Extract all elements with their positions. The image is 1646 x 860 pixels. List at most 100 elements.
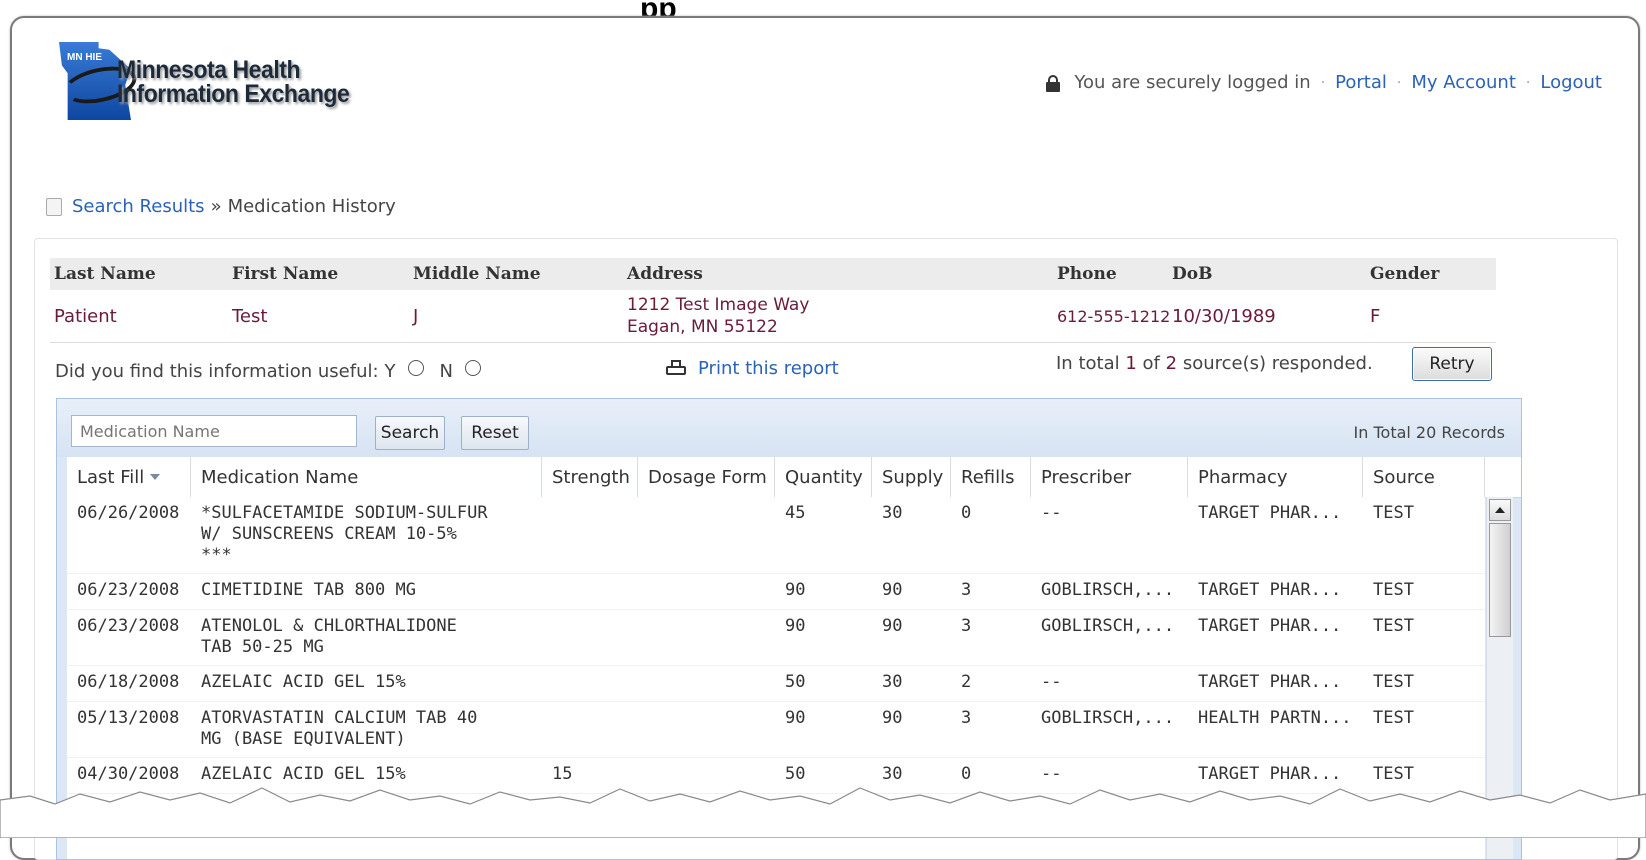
cell-source: TEST <box>1373 708 1414 728</box>
logo-line-1: Minnesota Health <box>117 56 301 84</box>
sources-responded-count: 1 <box>1125 353 1137 374</box>
printer-icon <box>666 359 688 378</box>
reset-button[interactable]: Reset <box>461 416 529 450</box>
cell-prescriber: GOBLIRSCH,... <box>1041 708 1175 728</box>
cell-pharmacy: TARGET PHAR... <box>1198 672 1342 692</box>
cell-supply: 90 <box>882 708 903 728</box>
cell-quantity: 45 <box>785 503 806 523</box>
cell-supply: 30 <box>882 503 903 523</box>
column-supply[interactable]: Supply <box>872 457 951 497</box>
cell-dosage-form <box>638 610 775 665</box>
yes-label: Y <box>384 360 396 382</box>
cell-pharmacy: TARGET PHAR... <box>1198 503 1342 523</box>
column-prescriber[interactable]: Prescriber <box>1031 457 1188 497</box>
cell-quantity: 90 <box>785 580 806 600</box>
login-status: You are securely logged in <box>1074 72 1311 93</box>
breadcrumb-search-results[interactable]: Search Results <box>72 196 205 217</box>
lock-icon <box>1046 74 1061 92</box>
patient-row: Patient Test J 1212 Test Image Way Eagan… <box>50 290 1496 343</box>
yes-radio[interactable] <box>407 360 424 376</box>
logo-text: Minnesota Health Information Exchange <box>117 56 350 108</box>
cell-last-fill: 06/23/2008 <box>77 580 180 600</box>
portal-link[interactable]: Portal <box>1335 72 1387 93</box>
logo-badge: MN HIE <box>67 52 102 63</box>
patient-dob: 10/30/1989 <box>1172 305 1276 327</box>
cell-source: TEST <box>1373 580 1414 600</box>
sources-of: of <box>1142 353 1160 374</box>
cell-prescriber: -- <box>1041 503 1062 523</box>
sources-status: In total 1 of 2 source(s) responded. <box>1056 353 1373 374</box>
cell-dosage-form <box>638 497 775 573</box>
logo-line-2: Information Exchange <box>117 80 350 108</box>
cell-last-fill: 06/23/2008 <box>77 616 180 636</box>
cell-refills: 3 <box>961 580 972 600</box>
cell-source: TEST <box>1373 672 1414 692</box>
header-dob: DoB <box>1172 264 1213 284</box>
feedback-question: Did you find this information useful: Y … <box>55 360 491 382</box>
cell-strength <box>542 574 638 609</box>
breadcrumb: Search Results » Medication History <box>46 196 396 217</box>
separator-dot: · <box>1320 74 1326 91</box>
cell-pharmacy: TARGET PHAR... <box>1198 580 1342 600</box>
address-line-2: Eagan, MN 55122 <box>627 317 778 337</box>
column-refills[interactable]: Refills <box>951 457 1031 497</box>
cell-strength <box>542 610 638 665</box>
cell-strength <box>542 702 638 757</box>
sources-prefix: In total <box>1056 353 1120 374</box>
print-report-link[interactable]: Print this report <box>666 358 839 379</box>
cell-strength <box>542 666 638 701</box>
patient-phone: 612-555-1212 <box>1057 306 1171 326</box>
cell-prescriber: -- <box>1041 672 1062 692</box>
header-first-name: First Name <box>232 264 339 284</box>
sources-total-count: 2 <box>1165 353 1178 374</box>
header-gender: Gender <box>1370 264 1440 284</box>
grid-header: Last Fill Medication Name Strength Dosag… <box>67 457 1521 498</box>
cell-strength <box>542 497 638 573</box>
cell-prescriber: GOBLIRSCH,... <box>1041 580 1175 600</box>
cell-last-fill: 06/26/2008 <box>77 503 180 523</box>
cell-supply: 90 <box>882 616 903 636</box>
table-row[interactable]: 06/26/2008 *SULFACETAMIDE SODIUM-SULFUR … <box>67 497 1485 574</box>
address-line-1: 1212 Test Image Way <box>627 295 810 315</box>
logout-link[interactable]: Logout <box>1540 72 1602 93</box>
my-account-link[interactable]: My Account <box>1411 72 1516 93</box>
cell-dosage-form <box>638 574 775 609</box>
cell-supply: 30 <box>882 672 903 692</box>
column-last-fill[interactable]: Last Fill <box>67 457 191 497</box>
column-strength[interactable]: Strength <box>542 457 638 497</box>
retry-button[interactable]: Retry <box>1412 347 1492 381</box>
cell-medication-name: *SULFACETAMIDE SODIUM-SULFUR W/ SUNSCREE… <box>201 503 488 565</box>
table-row[interactable]: 05/13/2008 ATORVASTATIN CALCIUM TAB 40 M… <box>67 702 1485 758</box>
print-label: Print this report <box>698 358 839 379</box>
cell-prescriber: GOBLIRSCH,... <box>1041 616 1175 636</box>
column-pharmacy[interactable]: Pharmacy <box>1188 457 1363 497</box>
cell-refills: 3 <box>961 616 972 636</box>
cell-dosage-form <box>638 666 775 701</box>
cell-quantity: 50 <box>785 672 806 692</box>
patient-gender: F <box>1370 305 1381 327</box>
column-quantity[interactable]: Quantity <box>775 457 872 497</box>
column-dosage-form[interactable]: Dosage Form <box>638 457 775 497</box>
scroll-up-icon[interactable] <box>1489 499 1511 521</box>
cell-source: TEST <box>1373 503 1414 523</box>
patient-first-name: Test <box>232 305 268 327</box>
table-row[interactable]: 06/18/2008 AZELAIC ACID GEL 15% 50 30 2 … <box>67 666 1485 702</box>
search-button[interactable]: Search <box>375 416 445 450</box>
column-source[interactable]: Source <box>1363 457 1485 497</box>
cell-last-fill: 06/18/2008 <box>77 672 180 692</box>
table-row[interactable]: 06/23/2008 ATENOLOL & CHLORTHALIDONE TAB… <box>67 610 1485 666</box>
cell-medication-name: CIMETIDINE TAB 800 MG <box>201 580 416 600</box>
page-icon <box>46 197 62 216</box>
grid-toolbar: Search Reset In Total 20 Records <box>57 399 1521 457</box>
no-radio[interactable] <box>465 360 482 376</box>
column-label: Last Fill <box>77 466 145 488</box>
column-medication-name[interactable]: Medication Name <box>191 457 542 497</box>
table-row[interactable]: 06/23/2008 CIMETIDINE TAB 800 MG 90 90 3… <box>67 574 1485 610</box>
medication-search-input[interactable] <box>71 415 357 447</box>
separator-dot: · <box>1396 74 1402 91</box>
patient-address: 1212 Test Image Way Eagan, MN 55122 <box>627 294 1057 338</box>
patient-middle-name: J <box>413 305 419 327</box>
cell-quantity: 90 <box>785 616 806 636</box>
patient-last-name: Patient <box>54 305 117 327</box>
scroll-thumb[interactable] <box>1489 523 1511 637</box>
